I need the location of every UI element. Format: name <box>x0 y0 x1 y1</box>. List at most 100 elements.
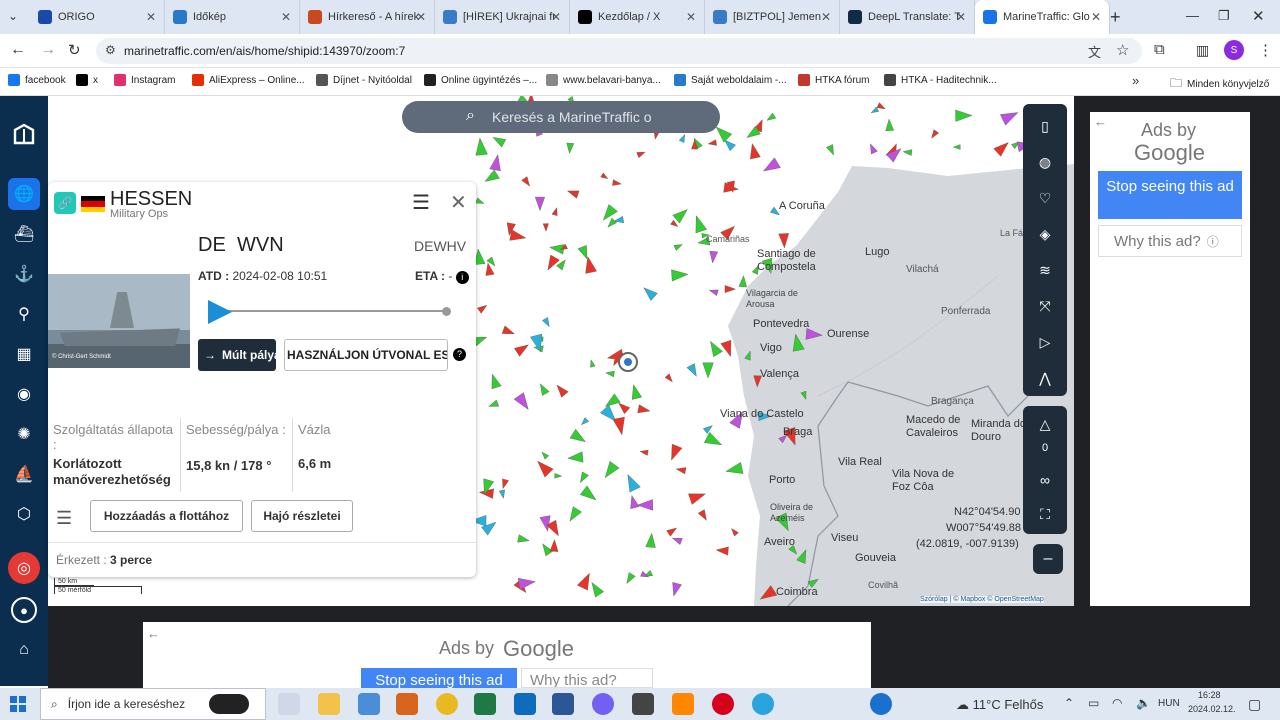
vessel-marker[interactable] <box>489 154 503 172</box>
bookmark-item[interactable]: facebook <box>8 74 66 86</box>
vessel-marker[interactable] <box>725 462 744 477</box>
vessel-marker[interactable] <box>688 489 707 505</box>
vessel-marker[interactable] <box>517 534 530 545</box>
vessel-photo[interactable]: © Christ-Gert Schmidt <box>48 274 190 368</box>
play-icon[interactable]: ▷ <box>1033 330 1057 354</box>
excel-icon[interactable] <box>474 693 496 715</box>
vessel-marker[interactable] <box>566 142 575 154</box>
vessel-marker[interactable] <box>474 137 488 156</box>
vessel-marker[interactable] <box>601 461 620 481</box>
vessel-marker[interactable] <box>549 539 559 552</box>
layers-icon[interactable]: ◈ <box>1033 222 1057 246</box>
vessel-marker[interactable] <box>530 333 546 353</box>
past-track-button[interactable]: → Múlt pálya <box>198 339 276 371</box>
vessel-marker[interactable] <box>566 187 580 199</box>
vessel-marker[interactable] <box>671 269 689 282</box>
vessel-marker[interactable] <box>533 457 554 478</box>
vessel-marker[interactable] <box>870 106 880 115</box>
weather-widget[interactable]: ☁ 11°C Felhős <box>956 697 1043 713</box>
tray-chevron-icon[interactable]: ⌃ <box>1064 696 1074 710</box>
vessel-marker[interactable] <box>482 169 500 186</box>
tab-2[interactable]: Hírkereső - A hírek ✕ <box>300 0 435 34</box>
new-tab-button[interactable]: + <box>1110 7 1121 28</box>
menu-icon[interactable]: ⋮ <box>1258 41 1273 59</box>
compass-icon[interactable]: △ <box>1033 412 1057 436</box>
vessel-marker[interactable] <box>666 443 683 462</box>
vessel-marker[interactable] <box>498 489 506 499</box>
start-button[interactable] <box>10 696 26 712</box>
map-attribution[interactable]: Szórólap | © Mapbox © OpenStreetMap <box>920 596 1044 603</box>
vessel-marker[interactable] <box>589 359 596 368</box>
marinetraffic-logo-icon[interactable] <box>8 118 40 150</box>
vessel-marker[interactable] <box>541 317 552 328</box>
filter-icon[interactable]: ◍ <box>1033 150 1057 174</box>
ad-back-icon[interactable]: ← <box>147 626 160 641</box>
vessel-marker[interactable] <box>624 572 636 586</box>
tab-close-icon[interactable]: ✕ <box>281 10 291 24</box>
vessel-marker[interactable] <box>672 205 691 224</box>
vessel-marker[interactable] <box>605 370 615 378</box>
globe-icon[interactable]: 🌐 <box>8 178 40 210</box>
stop-seeing-ad-button[interactable]: Stop seeing this ad <box>361 668 517 688</box>
tab-0[interactable]: ORIGO ✕ <box>30 0 165 34</box>
media-icon[interactable] <box>396 693 418 715</box>
vessel-marker[interactable] <box>902 149 913 156</box>
file-explorer-icon[interactable] <box>318 693 340 715</box>
vessel-marker[interactable] <box>669 582 682 597</box>
vessel-marker[interactable] <box>569 428 588 446</box>
tab-3[interactable]: [HÍREK] Ukrajnai fr ✕ <box>435 0 570 34</box>
vessel-marker[interactable] <box>509 229 527 244</box>
vessel-marker[interactable] <box>488 373 502 390</box>
vessel-marker[interactable] <box>477 303 488 314</box>
tag-icon[interactable]: ⌂ <box>8 634 40 666</box>
bookmark-item[interactable]: Díjnet - Nyitóoldal <box>316 74 412 86</box>
vessel-marker[interactable] <box>709 250 719 264</box>
vessel-marker[interactable] <box>491 134 507 148</box>
ad-back-icon[interactable]: ← <box>1094 114 1107 129</box>
vessel-marker[interactable] <box>582 255 597 274</box>
clock-time[interactable]: 16:28 <box>1198 690 1221 700</box>
anchor-icon[interactable]: ⚓ <box>8 258 40 290</box>
bookmark-item[interactable]: HTKA fórum <box>798 74 869 86</box>
vessel-marker[interactable] <box>955 109 973 122</box>
minimize-button[interactable]: — <box>1186 8 1199 23</box>
vessel-marker[interactable] <box>675 466 687 475</box>
chrome-icon[interactable] <box>436 693 458 715</box>
taskbar-search[interactable]: ⌕ Írjon ide a kereséshez <box>40 688 266 720</box>
word-icon[interactable] <box>552 693 574 715</box>
tab-close-icon[interactable]: ✕ <box>686 10 696 24</box>
bookmark-item[interactable]: HTKA - Haditechnik... <box>884 74 997 86</box>
vessel-marker[interactable] <box>664 373 675 384</box>
tab-7[interactable]: MarineTraffic: Glo ✕ <box>975 0 1110 34</box>
vessel-marker[interactable] <box>628 494 640 510</box>
why-this-ad-button[interactable]: Why this ad? <box>521 668 653 688</box>
vessel-marker[interactable] <box>708 287 719 296</box>
vessel-marker[interactable] <box>637 404 651 415</box>
wifi-icon[interactable]: ◠ <box>1112 696 1122 710</box>
stop-seeing-ad-button[interactable]: Stop seeing this ad <box>1098 171 1242 219</box>
vessel-marker[interactable] <box>600 172 609 181</box>
fullscreen-icon[interactable]: ⛶ <box>1033 502 1057 526</box>
vessel-marker[interactable] <box>554 473 563 479</box>
profile-avatar[interactable]: S <box>1224 40 1244 60</box>
vessel-marker[interactable] <box>673 242 684 251</box>
cube-icon[interactable]: ⬡ <box>8 498 40 530</box>
vessel-marker[interactable] <box>747 143 761 160</box>
vessel-marker[interactable] <box>720 339 736 358</box>
panel-menu-icon[interactable]: ☰ <box>412 190 430 215</box>
vessel-marker[interactable] <box>729 527 739 537</box>
outlook-icon[interactable] <box>514 693 536 715</box>
vessel-marker[interactable] <box>488 399 500 410</box>
vessel-marker[interactable] <box>521 176 533 188</box>
tab-close-icon[interactable]: ✕ <box>146 10 156 24</box>
vessel-marker[interactable] <box>629 383 643 400</box>
add-to-fleet-button[interactable]: Hozzáadás a flottához <box>90 500 243 532</box>
vessel-marker[interactable] <box>623 472 641 493</box>
vessel-marker[interactable] <box>513 392 533 413</box>
bookmark-item[interactable]: Online ügyintézés –... <box>424 74 537 86</box>
more-menu-icon[interactable]: ☰ <box>56 508 72 529</box>
copilot-icon[interactable] <box>209 694 249 714</box>
vessel-marker[interactable] <box>641 284 658 301</box>
vessel-marker[interactable] <box>577 471 589 485</box>
vessel-marker[interactable] <box>867 142 878 155</box>
